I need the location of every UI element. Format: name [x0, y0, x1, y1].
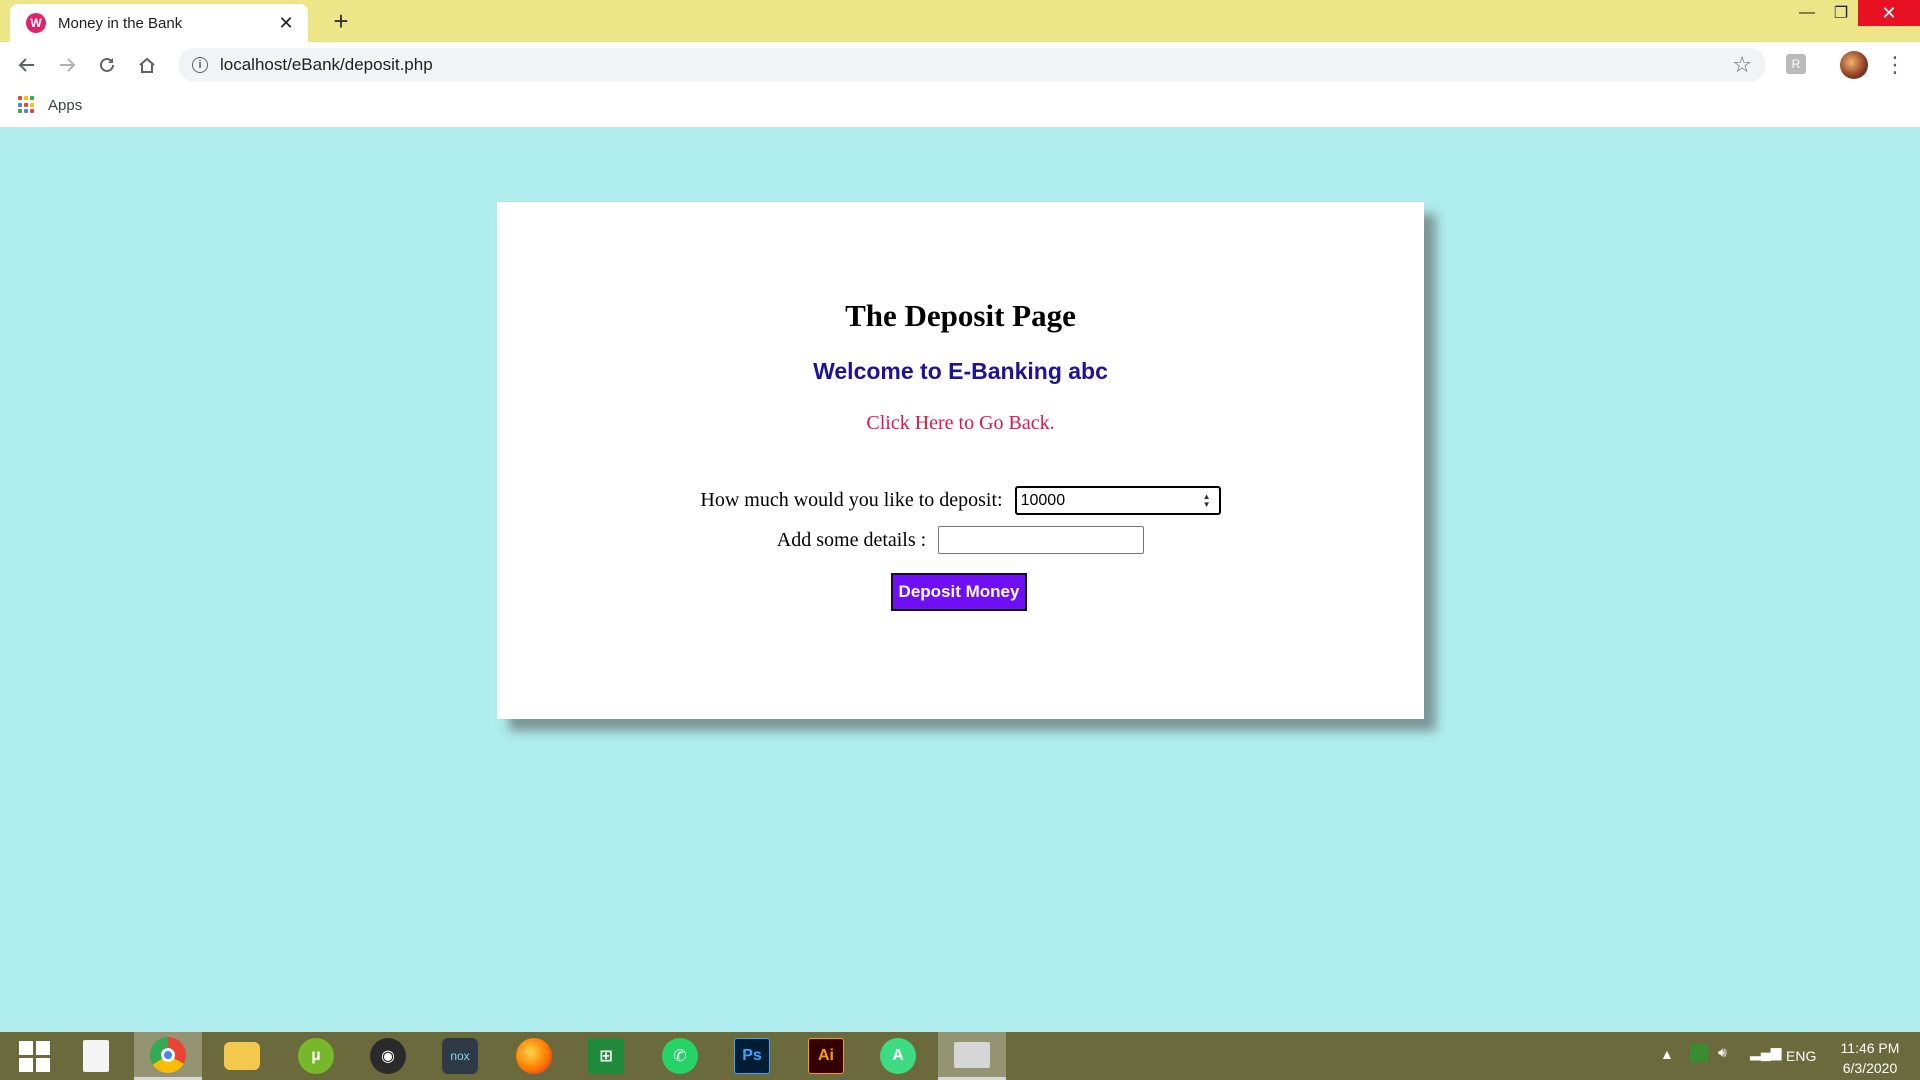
- browser-toolbar: i localhost/eBank/deposit.php ☆ R ⋮: [0, 42, 1920, 88]
- wamp-favicon-icon: W: [26, 13, 46, 33]
- apps-grid-icon: [18, 96, 36, 114]
- details-input[interactable]: [938, 526, 1145, 554]
- taskbar-photoshop[interactable]: Ps: [718, 1032, 786, 1080]
- media-player-icon: ◉: [370, 1038, 406, 1074]
- close-tab-icon[interactable]: ✕: [276, 13, 296, 34]
- network-signal-icon[interactable]: ▂▄▆: [1750, 1044, 1781, 1061]
- apps-bookmark[interactable]: Apps: [18, 96, 82, 114]
- taskbar-store[interactable]: ⊞: [572, 1032, 640, 1080]
- window-app-icon: [954, 1041, 990, 1068]
- tray-expand-icon[interactable]: ▲: [1660, 1046, 1674, 1062]
- taskbar-illustrator[interactable]: Ai: [792, 1032, 860, 1080]
- reload-icon: [100, 57, 114, 72]
- number-spinner-icon[interactable]: ▲ ▼: [1199, 492, 1215, 509]
- photoshop-icon: Ps: [734, 1038, 770, 1074]
- forward-button[interactable]: [52, 50, 82, 80]
- bookmarks-bar: Apps: [0, 88, 1920, 128]
- welcome-heading: Welcome to E-Banking abc: [813, 358, 1108, 384]
- amount-row: How much would you like to deposit: 1000…: [497, 486, 1424, 515]
- close-window-button[interactable]: ✕: [1858, 0, 1920, 26]
- url-text[interactable]: localhost/eBank/deposit.php: [220, 55, 1732, 75]
- clock-date: 6/3/2020: [1842, 1060, 1898, 1076]
- taskbar-blank-file[interactable]: [62, 1032, 130, 1080]
- go-back-link[interactable]: Click Here to Go Back.: [497, 412, 1424, 435]
- taskbar-android-studio[interactable]: A: [864, 1032, 932, 1080]
- clock-time: 11:46 PM: [1840, 1040, 1900, 1056]
- browser-titlebar: W Money in the Bank ✕ + — ❐ ✕: [0, 0, 1920, 42]
- tray-app-icon[interactable]: [1690, 1044, 1708, 1062]
- nox-icon: nox: [442, 1038, 478, 1074]
- illustrator-icon: Ai: [808, 1038, 844, 1074]
- details-label: Add some details :: [776, 528, 927, 551]
- android-studio-icon: A: [880, 1038, 916, 1074]
- firefox-icon: [516, 1038, 552, 1074]
- chrome-icon: [150, 1036, 186, 1073]
- taskbar-clock[interactable]: 11:46 PM 6/3/2020: [1830, 1038, 1910, 1078]
- deposit-money-button[interactable]: Deposit Money: [891, 573, 1027, 611]
- amount-input[interactable]: 10000 ▲ ▼: [1014, 486, 1221, 515]
- taskbar-window-app[interactable]: [938, 1032, 1006, 1080]
- amount-label: How much would you like to deposit:: [700, 489, 1003, 511]
- extension-icon[interactable]: R: [1786, 54, 1806, 74]
- restore-button[interactable]: ❐: [1820, 0, 1862, 26]
- whatsapp-icon: ✆: [662, 1038, 698, 1074]
- home-icon: [139, 57, 155, 73]
- reload-button[interactable]: [92, 50, 122, 80]
- apps-label: Apps: [48, 96, 83, 114]
- taskbar-nox[interactable]: nox: [426, 1032, 494, 1080]
- deposit-card: The Deposit Page Welcome to E-Banking ab…: [497, 202, 1424, 719]
- store-icon: ⊞: [588, 1038, 624, 1074]
- start-button[interactable]: [0, 1032, 68, 1080]
- tab-title: Money in the Bank: [58, 14, 183, 32]
- volume-icon[interactable]: 🔊︎: [1718, 1044, 1727, 1061]
- taskbar-firefox[interactable]: [500, 1032, 568, 1080]
- arrow-right-icon: [60, 58, 76, 72]
- page-title: The Deposit Page: [845, 298, 1076, 333]
- home-button[interactable]: [132, 50, 162, 80]
- bookmark-star-icon[interactable]: ☆: [1732, 52, 1752, 78]
- amount-value[interactable]: 10000: [1021, 492, 1199, 510]
- taskbar-whatsapp[interactable]: ✆: [646, 1032, 714, 1080]
- windows-logo-icon: [18, 1040, 50, 1072]
- arrow-left-icon: [18, 58, 34, 72]
- profile-avatar[interactable]: [1840, 51, 1868, 79]
- taskbar-file-explorer[interactable]: [208, 1032, 276, 1080]
- info-icon[interactable]: i: [192, 57, 208, 73]
- windows-taskbar: µ ◉ nox ⊞ ✆ Ps Ai A ▲ 🔊︎ ▂▄▆ ENG 11:46 P…: [0, 1032, 1920, 1080]
- browser-tab[interactable]: W Money in the Bank ✕: [10, 4, 308, 42]
- language-indicator[interactable]: ENG: [1786, 1048, 1816, 1064]
- file-icon: [83, 1040, 109, 1072]
- address-bar[interactable]: i localhost/eBank/deposit.php ☆: [178, 48, 1766, 82]
- back-button[interactable]: [12, 50, 42, 80]
- taskbar-media-player[interactable]: ◉: [354, 1032, 422, 1080]
- browser-menu-icon[interactable]: ⋮: [1880, 50, 1910, 80]
- details-row: Add some details :: [497, 526, 1424, 554]
- utorrent-icon: µ: [298, 1038, 334, 1074]
- file-explorer-icon: [224, 1042, 260, 1070]
- new-tab-button[interactable]: +: [326, 6, 356, 36]
- taskbar-chrome[interactable]: [134, 1032, 202, 1080]
- taskbar-utorrent[interactable]: µ: [282, 1032, 350, 1080]
